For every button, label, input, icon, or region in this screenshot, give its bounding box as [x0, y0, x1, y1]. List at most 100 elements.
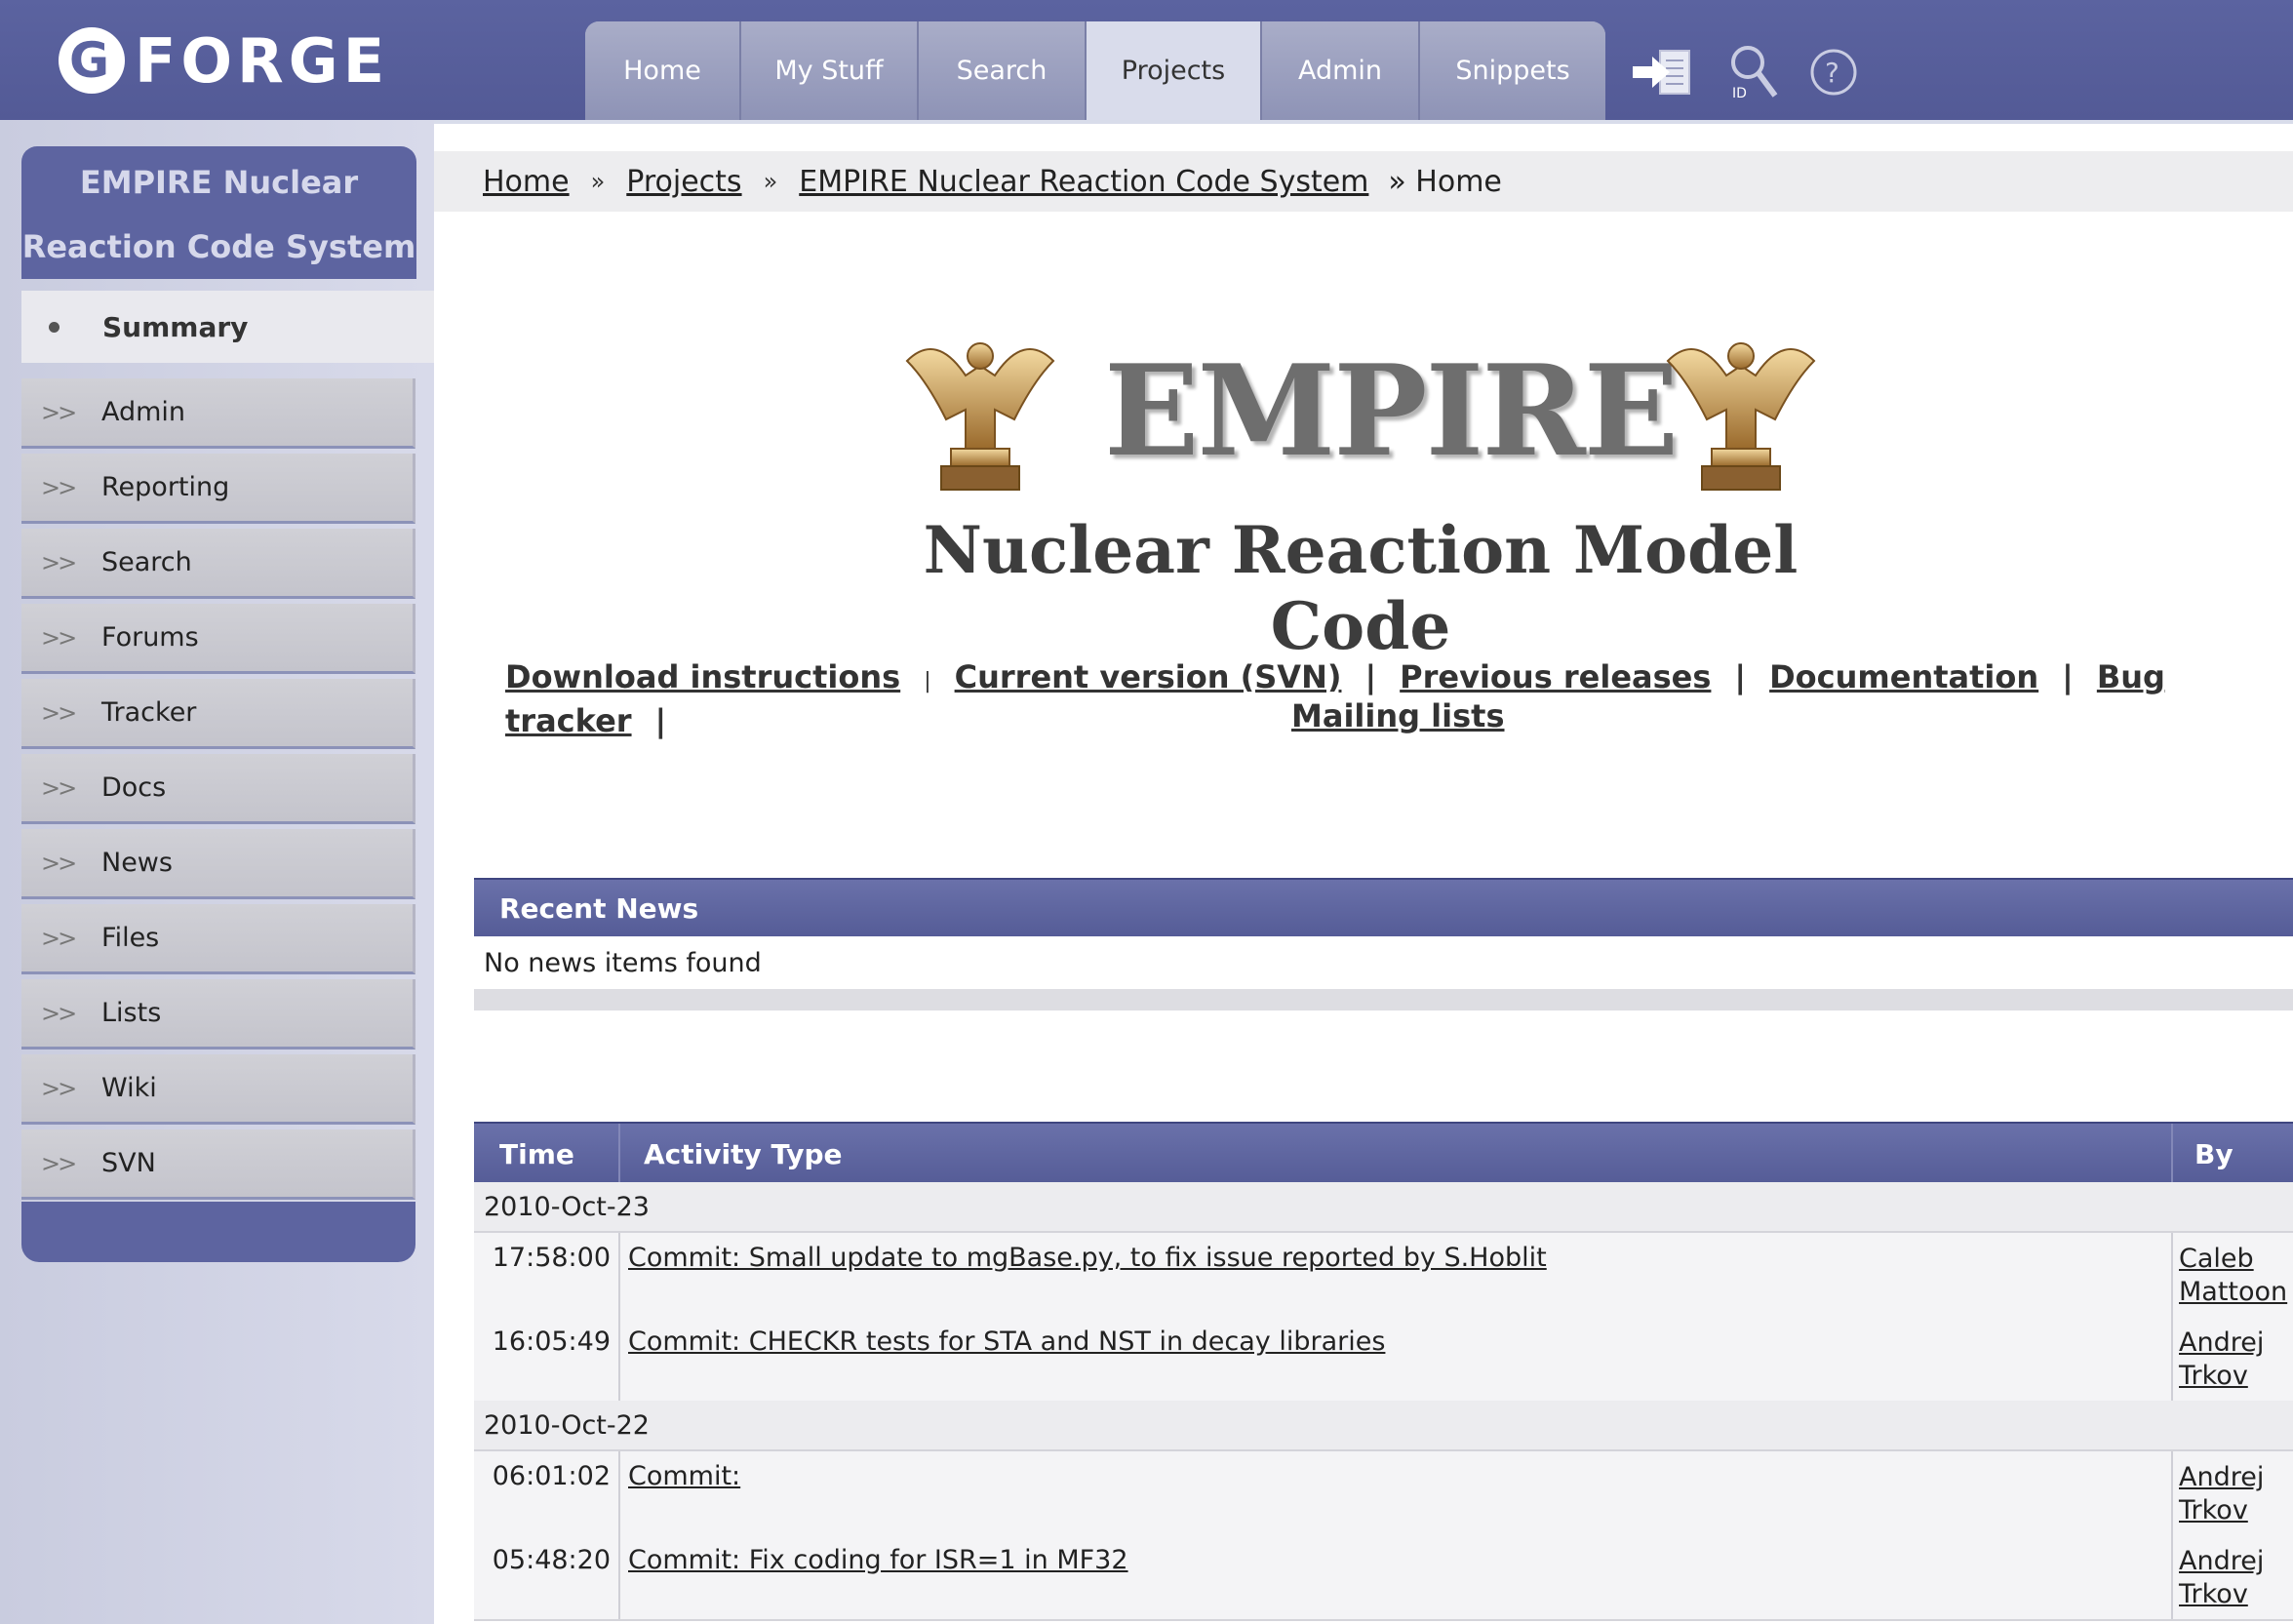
link-separator: | [924, 669, 931, 693]
breadcrumb: Home » Projects » EMPIRE Nuclear Reactio… [434, 151, 2293, 212]
sidebar-item-label: Files [101, 923, 160, 953]
recent-news-header: Recent News [474, 878, 2293, 936]
svg-text:ID: ID [1732, 86, 1747, 101]
sidebar-item-tracker[interactable]: >> Tracker [21, 679, 415, 749]
sidebar-item-label: SVN [101, 1148, 156, 1178]
sidebar-item-label: Summary [102, 310, 249, 343]
activity-link[interactable]: Commit: CHECKR tests for STA and NST in … [628, 1327, 1385, 1357]
activity-user-link[interactable]: Caleb Mattoon [2179, 1243, 2288, 1309]
activity-time: 16:05:49 [492, 1327, 611, 1357]
sidebar-item-label: News [101, 848, 173, 878]
link-separator: | [2062, 658, 2074, 695]
link-separator: | [654, 702, 667, 739]
sidebar-footer [21, 1202, 415, 1262]
chevron-right-icon: >> [41, 1149, 77, 1177]
sidebar-item-summary[interactable]: Summary [21, 291, 434, 363]
sidebar-item-lists[interactable]: >> Lists [21, 979, 415, 1050]
empire-subtitle: Nuclear Reaction Model Code [923, 512, 1799, 664]
sidebar-item-search[interactable]: >> Search [21, 529, 415, 599]
sidebar-item-docs[interactable]: >> Docs [21, 754, 415, 824]
sidebar-item-admin[interactable]: >> Admin [21, 378, 415, 449]
sidebar-item-files[interactable]: >> Files [21, 904, 415, 974]
project-banner: EMPIRE Nuclear Reaction Model Code [897, 312, 1824, 664]
chevron-right-icon: >> [41, 1074, 77, 1102]
activity-link[interactable]: Commit: Small update to mgBase.py, to fi… [628, 1243, 1547, 1273]
sidebar-item-label: Forums [101, 622, 199, 653]
col-header-by: By [2194, 1137, 2234, 1170]
login-arrow-icon[interactable] [1631, 47, 1699, 98]
previous-releases-link[interactable]: Previous releases [1400, 658, 1711, 695]
download-instructions-link[interactable]: Download instructions [505, 658, 900, 695]
eagle-icon [905, 342, 1055, 491]
chevron-right-icon: >> [41, 623, 77, 652]
current-version-link[interactable]: Current version (SVN) [955, 658, 1342, 695]
chevron-right-icon: >> [41, 398, 77, 426]
user-last-name: Trkov [2179, 1361, 2248, 1391]
activity-user-link[interactable]: Andrej Trkov [2179, 1461, 2286, 1527]
news-footer [474, 989, 2293, 1010]
sidebar-project-title: EMPIRE Nuclear Reaction Code System [21, 146, 416, 279]
forge-logo-icon: G [59, 27, 125, 94]
activity-link[interactable]: Commit: [628, 1461, 740, 1491]
breadcrumb-project-link[interactable]: EMPIRE Nuclear Reaction Code System [799, 165, 1368, 199]
activity-link[interactable]: Commit: Fix coding for ISR=1 in MF32 [628, 1545, 1128, 1575]
main-tabs: Home My Stuff Search Projects Admin Snip… [585, 21, 1605, 120]
tab-projects[interactable]: Projects [1087, 21, 1262, 120]
tab-search[interactable]: Search [919, 21, 1087, 120]
documentation-link[interactable]: Documentation [1769, 658, 2038, 695]
activity-table-header: Time Activity Type By [474, 1122, 2293, 1184]
id-search-icon[interactable]: ID [1726, 43, 1781, 101]
tab-home[interactable]: Home [585, 21, 741, 120]
user-first-name: Andrej [2179, 1546, 2265, 1576]
user-last-name: Trkov [2179, 1495, 2248, 1525]
tab-my-stuff[interactable]: My Stuff [741, 21, 919, 120]
project-links: Download instructions | Current version (S… [505, 657, 2290, 740]
chevron-right-icon: >> [41, 698, 77, 727]
tab-snippets[interactable]: Snippets [1420, 21, 1605, 120]
col-header-time: Time [499, 1137, 574, 1170]
chevron-right-icon: >> [41, 924, 77, 952]
col-header-activity-type: Activity Type [644, 1137, 843, 1170]
sidebar-item-svn[interactable]: >> SVN [21, 1129, 415, 1200]
breadcrumb-projects-link[interactable]: Projects [626, 165, 741, 199]
sidebar-item-label: Lists [101, 998, 162, 1028]
chevron-right-icon: >> [41, 999, 77, 1027]
eagle-icon [1666, 342, 1816, 491]
toolbar-icons: ID ? [1631, 43, 1859, 101]
activity-date-row: 2010-Oct-23 [474, 1182, 2293, 1233]
activity-time: 05:48:20 [492, 1545, 611, 1575]
sidebar-item-label: Wiki [101, 1073, 157, 1103]
top-nav-bar: G FORGE Home My Stuff Search Projects Ad… [0, 0, 2293, 124]
link-separator: | [1364, 658, 1377, 695]
sidebar-item-label: Reporting [101, 472, 230, 502]
breadcrumb-current: » Home [1388, 164, 1502, 199]
chevron-right-icon: >> [41, 849, 77, 877]
table-row: 17:58:00 Commit: Small update to mgBase.… [474, 1233, 2293, 1319]
forge-logo[interactable]: G FORGE [59, 21, 389, 99]
mailing-lists-link[interactable]: Mailing lists [1291, 696, 1505, 735]
user-last-name: Mattoon [2179, 1277, 2288, 1307]
user-last-name: Trkov [2179, 1579, 2248, 1609]
sidebar-item-news[interactable]: >> News [21, 829, 415, 899]
sidebar-item-label: Docs [101, 772, 167, 803]
sidebar-item-reporting[interactable]: >> Reporting [21, 454, 415, 524]
activity-time: 17:58:00 [492, 1243, 611, 1273]
activity-date-row: 2010-Oct-22 [474, 1401, 2293, 1451]
table-row: 06:01:02 Commit: Andrej Trkov [474, 1451, 2293, 1537]
breadcrumb-home-link[interactable]: Home [483, 165, 570, 199]
sidebar-item-forums[interactable]: >> Forums [21, 604, 415, 674]
sidebar-item-label: Search [101, 547, 192, 577]
sidebar-item-wiki[interactable]: >> Wiki [21, 1054, 415, 1125]
table-row: 16:05:49 Commit: CHECKR tests for STA an… [474, 1317, 2293, 1403]
activity-user-link[interactable]: Andrej Trkov [2179, 1327, 2286, 1393]
user-first-name: Andrej [2179, 1327, 2265, 1358]
sidebar-item-label: Tracker [101, 697, 197, 728]
svg-text:?: ? [1825, 57, 1839, 89]
table-row: 05:48:20 Commit: Fix coding for ISR=1 in… [474, 1535, 2293, 1621]
empire-title: EMPIRE [1104, 338, 1679, 485]
help-icon[interactable]: ? [1808, 47, 1859, 98]
activity-user-link[interactable]: Andrej Trkov [2179, 1545, 2286, 1611]
tab-admin[interactable]: Admin [1262, 21, 1420, 120]
breadcrumb-separator: » [763, 168, 778, 195]
chevron-right-icon: >> [41, 473, 77, 501]
